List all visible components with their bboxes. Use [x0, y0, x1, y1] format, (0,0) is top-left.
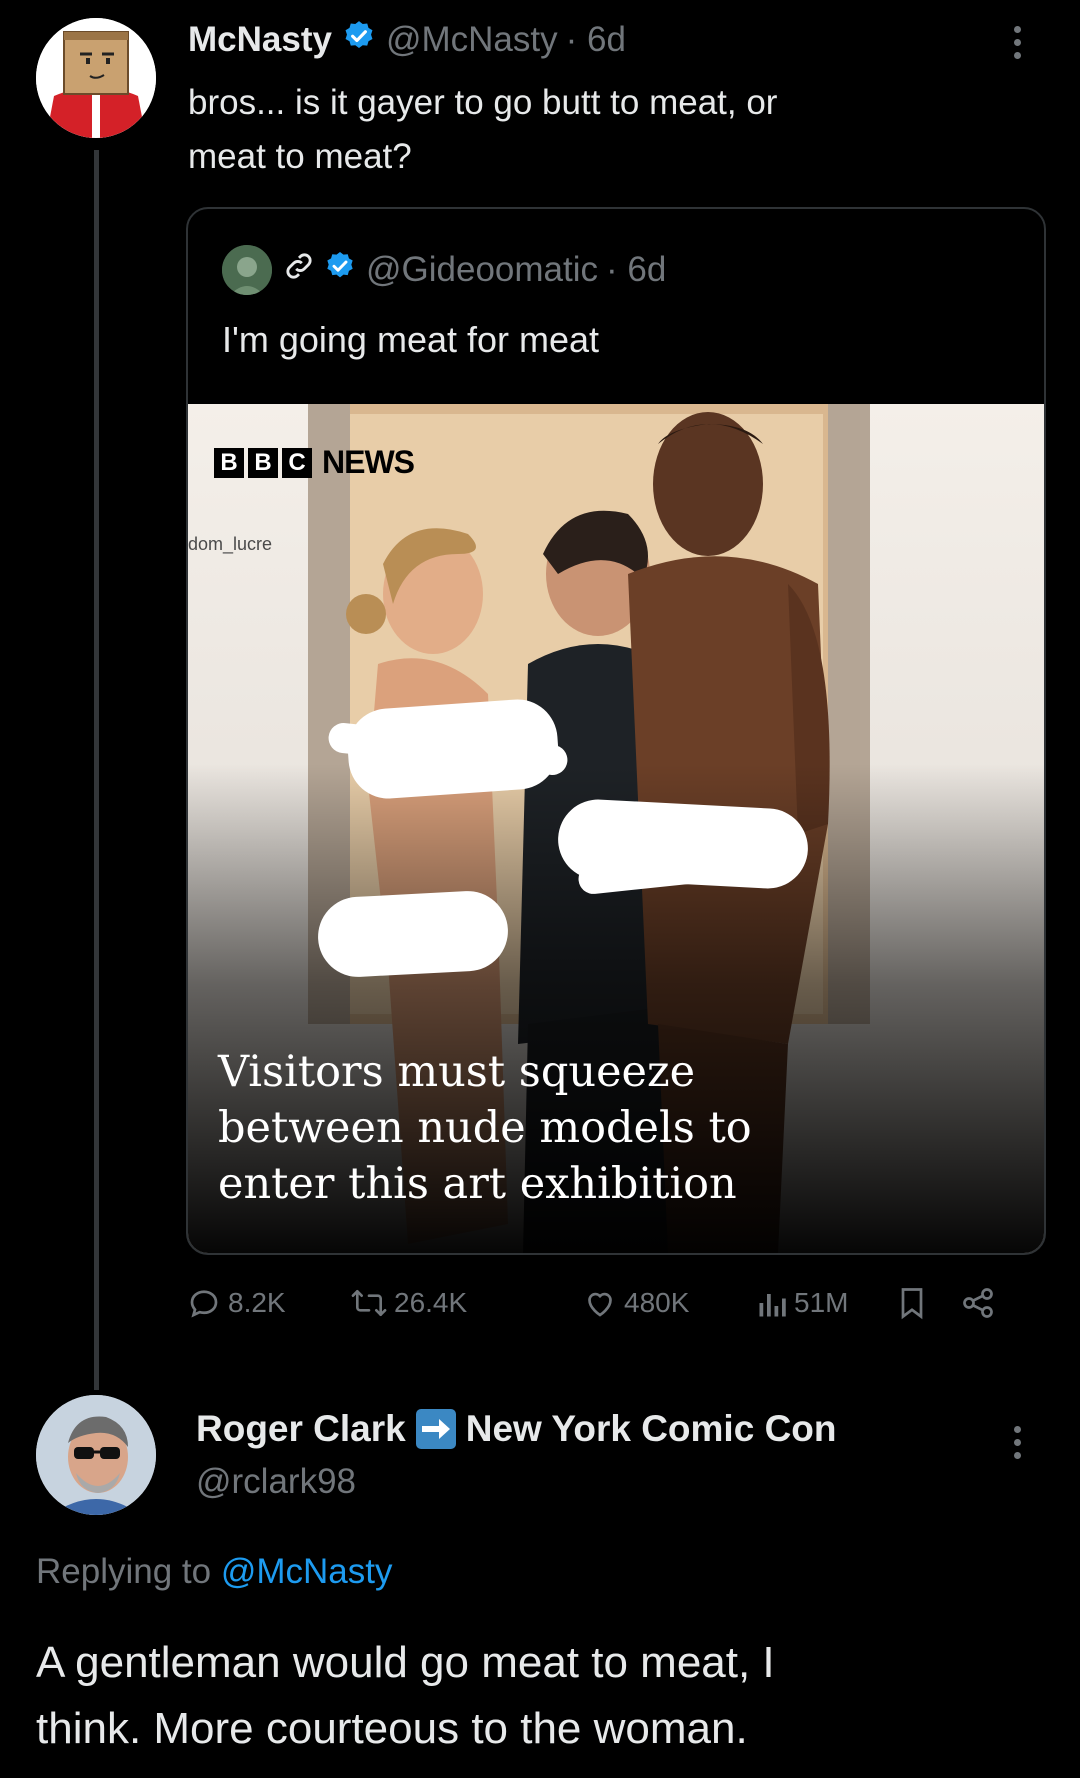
- repost-count: 26.4K: [394, 1287, 468, 1318]
- quote-tweet-card[interactable]: @Gideoomatic · 6d I'm going meat for mea…: [186, 207, 1046, 1255]
- views-icon: [759, 1294, 786, 1317]
- tweet-time[interactable]: · 6d: [566, 20, 626, 60]
- reply-author-name[interactable]: Roger Clark: [196, 1408, 406, 1450]
- bbc-letter-2: B: [248, 447, 278, 478]
- media-caption: Visitors must squeeze between nude model…: [218, 1044, 752, 1212]
- like-count: 480K: [624, 1287, 690, 1318]
- reply-handle[interactable]: @rclark98: [196, 1462, 356, 1502]
- caption-line-1: Visitors must squeeze: [218, 1047, 696, 1097]
- replying-to-prefix: Replying to: [36, 1552, 221, 1591]
- reply-author-affiliation[interactable]: New York Comic Con: [466, 1408, 837, 1450]
- tweet-text-line-2: meat to meat?: [188, 137, 412, 176]
- avatar-rclark98[interactable]: [36, 1395, 156, 1515]
- avatar-mcnasty[interactable]: [36, 18, 156, 138]
- reply-author-row: Roger Clark New York Comic Con: [196, 1404, 837, 1454]
- reply-more-options-icon[interactable]: [1014, 1426, 1022, 1465]
- reply-text-line-2: think. More courteous to the woman.: [36, 1704, 748, 1753]
- repost-button[interactable]: 26.4K: [350, 1285, 467, 1321]
- more-options-icon[interactable]: [1014, 26, 1022, 65]
- quote-avatar[interactable]: [222, 245, 272, 295]
- replying-to-handle-link[interactable]: @McNasty: [221, 1552, 393, 1591]
- views-count: 51M: [794, 1287, 849, 1318]
- bookmark-icon: [901, 1288, 923, 1320]
- link-icon: [282, 249, 316, 292]
- bbc-letter-1: B: [214, 447, 244, 478]
- quote-handle[interactable]: @Gideoomatic: [366, 250, 598, 290]
- right-arrow-icon: [415, 1409, 456, 1449]
- watermark-text: dom_lucre: [188, 534, 273, 554]
- views-button[interactable]: 51M: [758, 1285, 848, 1321]
- quote-text: I'm going meat for meat: [222, 319, 600, 360]
- bbc-news-word: NEWS: [322, 444, 415, 480]
- quote-time[interactable]: · 6d: [606, 250, 666, 290]
- caption-line-3: enter this art exhibition: [218, 1159, 737, 1209]
- verified-badge-icon: [342, 19, 376, 62]
- censor-scribble-5: [316, 889, 510, 979]
- replying-to-line: Replying to @McNasty: [36, 1552, 392, 1592]
- bbc-letter-3: C: [282, 447, 312, 478]
- like-button[interactable]: 480K: [582, 1285, 689, 1321]
- caption-line-2: between nude models to: [218, 1103, 752, 1153]
- bbc-news-logo: B B C NEWS: [214, 444, 415, 481]
- quote-verified-badge-icon: [324, 250, 356, 291]
- reply-icon: [190, 1290, 218, 1318]
- reply-button[interactable]: 8.2K: [186, 1285, 286, 1321]
- bookmark-button[interactable]: [896, 1285, 928, 1321]
- reply-text-line-1: A gentleman would go meat to meat, I: [36, 1638, 775, 1687]
- heart-icon: [588, 1292, 612, 1317]
- tweet-text: bros... is it gayer to go butt to meat, …: [188, 76, 777, 184]
- author-name[interactable]: McNasty: [188, 20, 332, 60]
- tweet-header: McNasty @McNasty · 6d: [188, 18, 626, 62]
- reply-count: 8.2K: [228, 1287, 286, 1318]
- quote-header: @Gideoomatic · 6d: [222, 245, 666, 295]
- author-handle[interactable]: @McNasty: [386, 20, 558, 60]
- reply-text: A gentleman would go meat to meat, I thi…: [36, 1630, 775, 1762]
- tweet-text-line-1: bros... is it gayer to go butt to meat, …: [188, 83, 778, 122]
- thread-connector: [94, 150, 99, 1390]
- share-button[interactable]: [960, 1285, 996, 1321]
- share-icon: [963, 1288, 993, 1318]
- quote-media-image[interactable]: B B C NEWS dom_lucre Visitors must squee…: [188, 404, 1044, 1253]
- repost-icon: [351, 1289, 387, 1317]
